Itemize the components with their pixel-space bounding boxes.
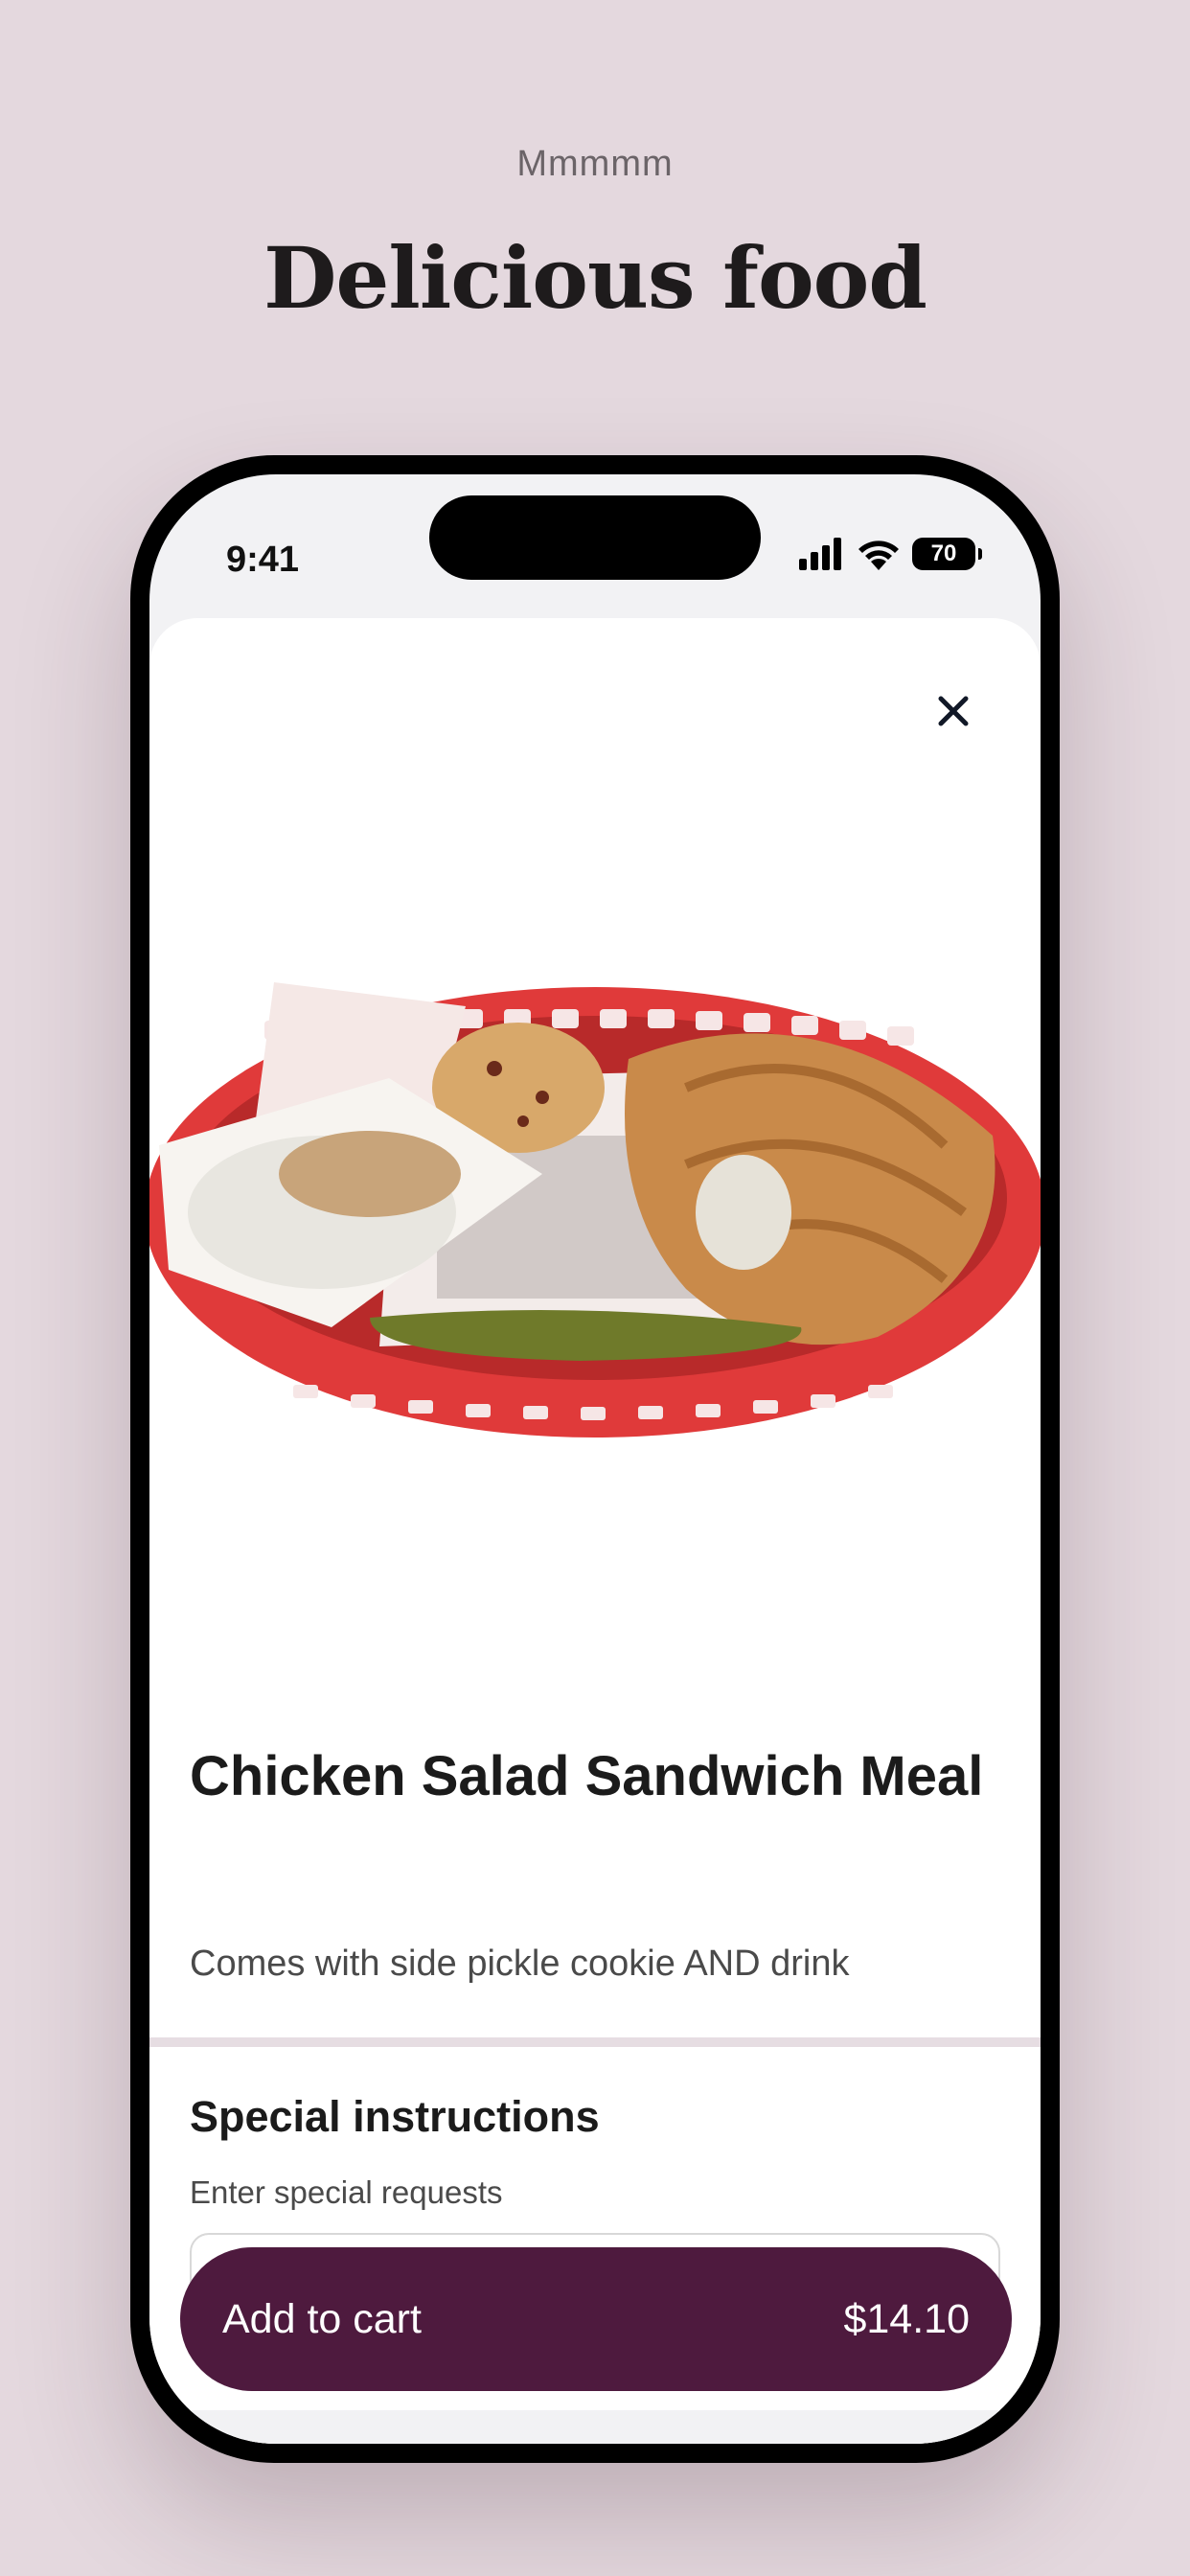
item-detail-sheet: Chicken Salad Sandwich Meal Comes with s… (149, 618, 1041, 2444)
status-time: 9:41 (226, 540, 300, 580)
phone-frame: 9:41 70 Chicken Salad Sandwich Meal Come… (130, 455, 1060, 2463)
battery-icon: 70 (912, 538, 982, 570)
wifi-icon (858, 540, 899, 570)
close-icon (938, 696, 969, 726)
close-button[interactable] (927, 685, 979, 737)
cart-price: $14.10 (843, 2295, 970, 2342)
special-instructions-subtitle: Enter special requests (190, 2174, 503, 2210)
status-icons: 70 (799, 530, 982, 578)
section-divider (149, 2037, 1041, 2047)
bottom-safe-area (149, 2410, 1041, 2444)
phone-screen: 9:41 70 Chicken Salad Sandwich Meal Come… (149, 474, 1041, 2444)
page-headline: Delicious food (263, 228, 927, 328)
item-description: Comes with side pickle cookie AND drink (190, 1944, 850, 1984)
special-instructions-heading: Special instructions (190, 2092, 600, 2141)
food-basket-image (149, 982, 1041, 1438)
eyebrow-text: Mmmmm (516, 144, 674, 184)
add-to-cart-label: Add to cart (222, 2295, 422, 2342)
item-title: Chicken Salad Sandwich Meal (190, 1745, 984, 1807)
signal-icon (799, 538, 841, 570)
dynamic-island (429, 495, 761, 580)
add-to-cart-button[interactable]: Add to cart $14.10 (180, 2247, 1012, 2391)
